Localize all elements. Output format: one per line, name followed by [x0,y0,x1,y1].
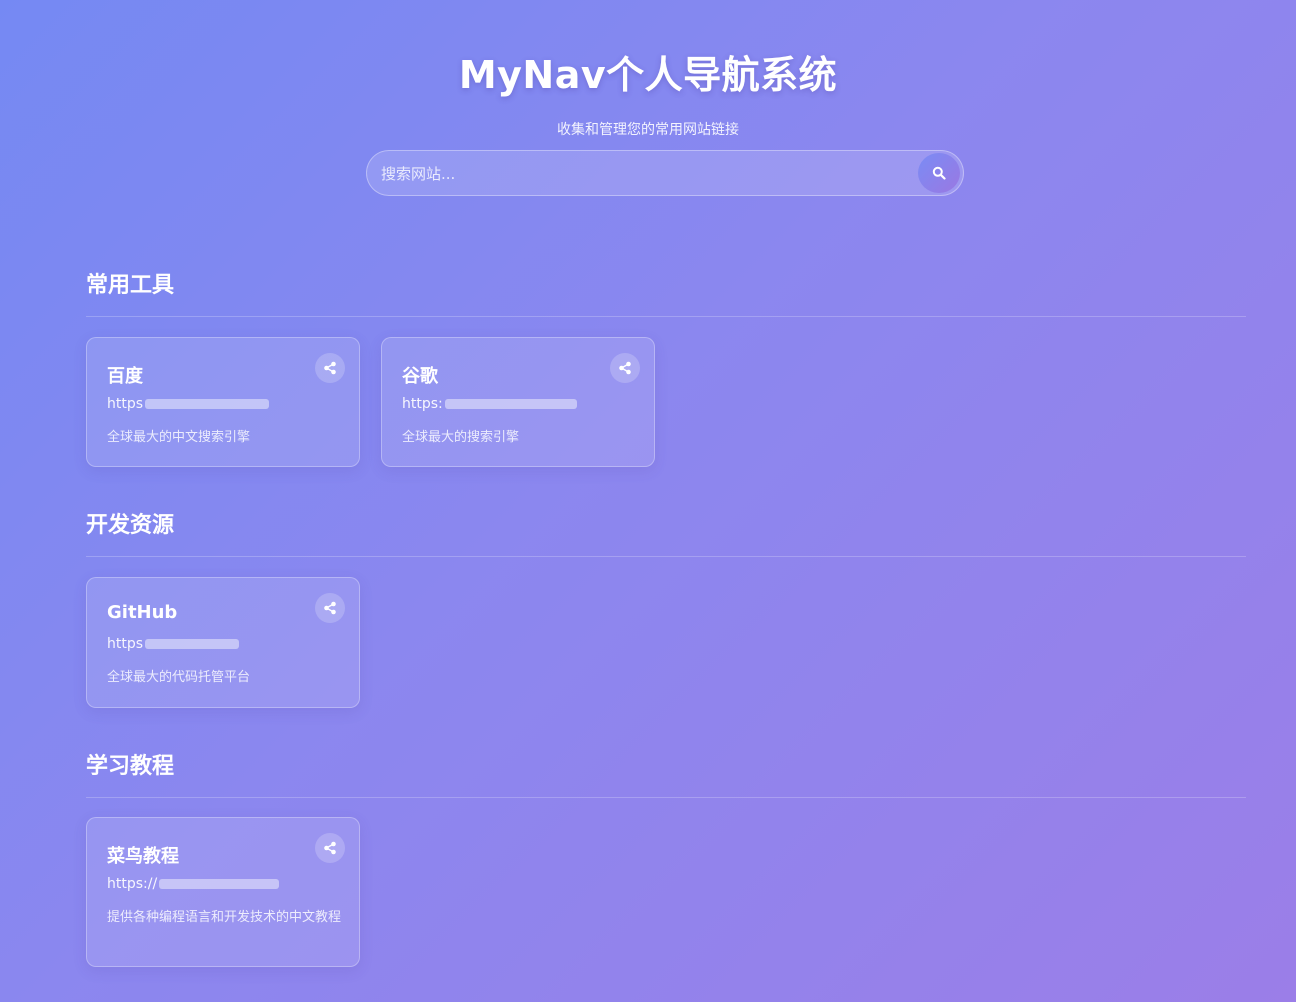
share-button[interactable] [610,353,640,383]
page-subtitle: 收集和管理您的常用网站链接 [557,122,739,138]
search-input[interactable] [367,151,923,197]
site-url[interactable]: https: [402,396,577,412]
section-common-tools: 常用工具 百度 https 全球最大的中文搜索引擎 谷歌 https: 全球最大… [86,272,1246,467]
section-divider [86,556,1246,557]
search-button[interactable] [918,153,960,193]
share-icon [324,361,336,375]
section-divider [86,797,1246,798]
site-description: 提供各种编程语言和开发技术的中文教程 [107,910,342,925]
site-name: 谷歌 [402,366,438,387]
share-button[interactable] [315,593,345,623]
search-bar [366,150,964,197]
share-icon [324,841,336,855]
section-title: 开发资源 [86,513,175,538]
site-url[interactable]: https [107,636,240,652]
section-dev-resources: 开发资源 GitHub https 全球最大的代码托管平台 [86,512,1246,708]
section-title: 学习教程 [86,754,175,779]
site-name: 百度 [107,366,143,387]
section-tutorials: 学习教程 菜鸟教程 https:// 提供各种编程语言和开发技术的中文教程 [86,753,1246,967]
site-url[interactable]: https:// [107,876,280,892]
site-card-runoob[interactable]: 菜鸟教程 https:// 提供各种编程语言和开发技术的中文教程 [86,817,360,967]
share-button[interactable] [315,353,345,383]
section-title: 常用工具 [86,273,175,298]
site-description: 全球最大的搜索引擎 [402,430,520,445]
page-header: MyNav个人导航系统 收集和管理您的常用网站链接 [0,0,1296,139]
site-description: 全球最大的代码托管平台 [107,670,251,685]
site-card-baidu[interactable]: 百度 https 全球最大的中文搜索引擎 [86,337,360,467]
share-button[interactable] [315,833,345,863]
site-name: 菜鸟教程 [107,846,179,867]
site-url[interactable]: https [107,396,270,412]
site-card-google[interactable]: 谷歌 https: 全球最大的搜索引擎 [381,337,655,467]
share-icon [619,361,631,375]
search-icon [932,166,946,180]
share-icon [324,601,336,615]
page-title: MyNav个人导航系统 [458,53,838,97]
site-card-github[interactable]: GitHub https 全球最大的代码托管平台 [86,577,360,708]
section-divider [86,316,1246,317]
site-name: GitHub [107,602,178,623]
site-description: 全球最大的中文搜索引擎 [107,430,251,445]
